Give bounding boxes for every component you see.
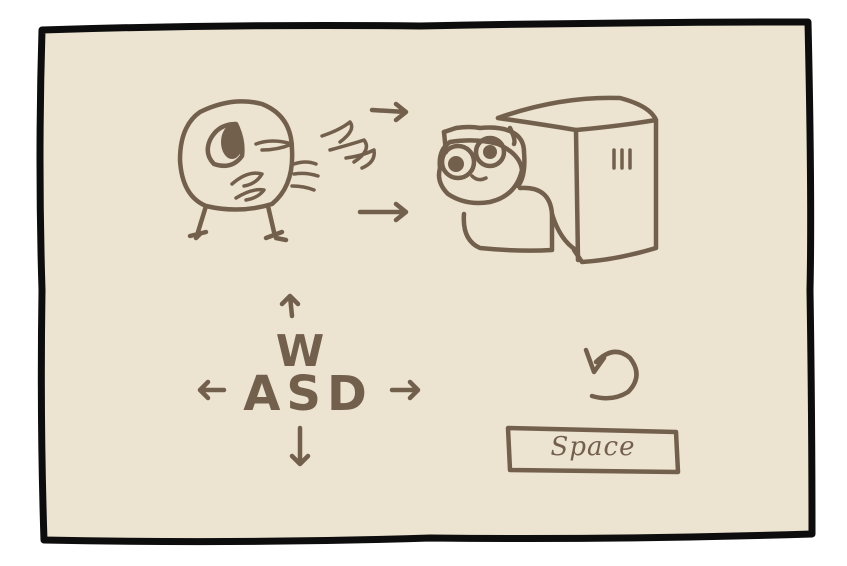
tutorial-illustration [36,18,816,546]
key-asd-label: ASD [243,366,373,422]
card-frame [36,18,816,546]
tutorial-card: W ASD Space [0,0,847,566]
space-key-label: Space [550,432,636,462]
